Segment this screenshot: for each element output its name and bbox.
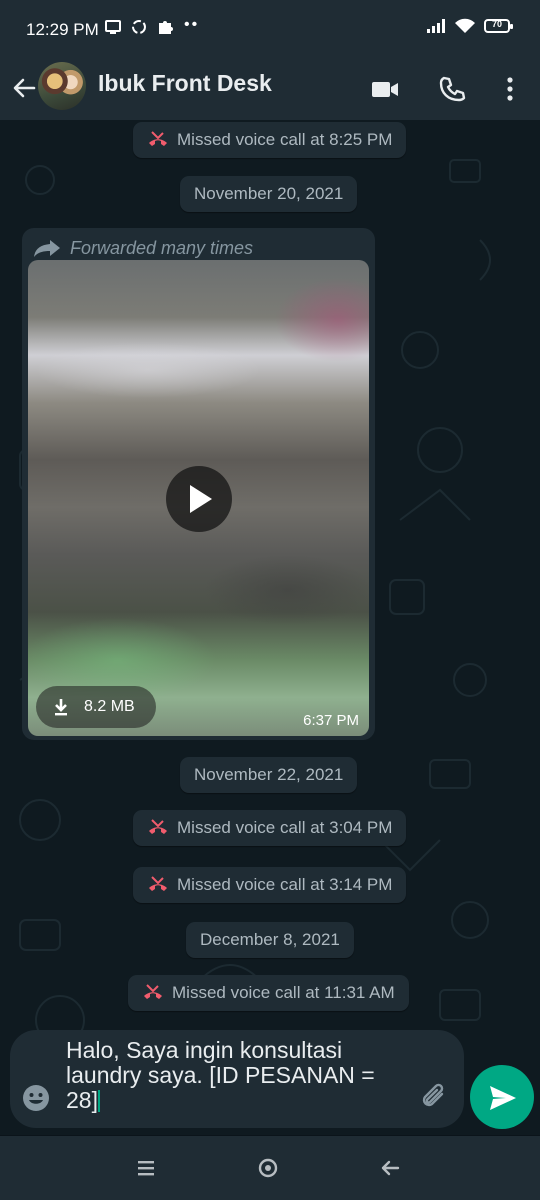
sync-icon bbox=[132, 20, 146, 34]
forwarded-video-message[interactable]: Forwarded many times 8.2 MB 6:37 PM bbox=[22, 228, 375, 740]
missed-call-icon bbox=[144, 984, 162, 999]
date-separator: December 8, 2021 bbox=[186, 922, 354, 958]
missed-call-icon bbox=[149, 819, 167, 834]
emoji-icon[interactable] bbox=[22, 1084, 50, 1112]
battery-icon: 70 bbox=[484, 19, 513, 33]
attach-icon[interactable] bbox=[420, 1082, 450, 1112]
date-separator: November 22, 2021 bbox=[180, 757, 358, 793]
status-bar: 12:29 PM •• 70 bbox=[0, 0, 540, 58]
chat-header: Ibuk Front Desk bbox=[0, 58, 540, 120]
chat-area[interactable]: Missed voice call at 8:25 PM November 20… bbox=[0, 120, 540, 1135]
signal-icon bbox=[427, 19, 445, 33]
system-nav-bar bbox=[0, 1136, 540, 1200]
more-vert-icon[interactable] bbox=[495, 74, 525, 104]
status-time: 12:29 PM bbox=[26, 20, 99, 39]
status-more-dots: •• bbox=[184, 16, 200, 33]
missed-call-notice: Missed voice call at 3:04 PM bbox=[133, 810, 407, 846]
message-composer: Halo, Saya ingin konsultasi laundry saya… bbox=[10, 1030, 464, 1128]
wifi-icon bbox=[455, 18, 475, 33]
missed-call-icon bbox=[149, 876, 167, 891]
send-icon bbox=[490, 1086, 516, 1110]
missed-call-notice: Missed voice call at 3:14 PM bbox=[133, 867, 407, 903]
message-time: 6:37 PM bbox=[303, 712, 359, 729]
forwarded-text: Forwarded many times bbox=[70, 237, 254, 258]
contact-name[interactable]: Ibuk Front Desk bbox=[98, 70, 272, 97]
phone-icon[interactable] bbox=[437, 74, 467, 104]
text-cursor bbox=[97, 1090, 100, 1112]
download-button[interactable]: 8.2 MB bbox=[36, 686, 156, 728]
message-input[interactable]: Halo, Saya ingin konsultasi laundry saya… bbox=[66, 1038, 406, 1113]
avatar[interactable] bbox=[38, 62, 86, 110]
battery-level: 70 bbox=[491, 19, 502, 29]
missed-call-text: Missed voice call at 3:14 PM bbox=[177, 875, 393, 894]
date-separator: November 20, 2021 bbox=[180, 176, 358, 212]
download-icon bbox=[55, 699, 67, 716]
status-system-icons: 70 bbox=[426, 18, 513, 34]
status-notification-icons bbox=[104, 18, 174, 36]
missed-call-notice: Missed voice call at 8:25 PM bbox=[133, 122, 407, 158]
menu-icon[interactable] bbox=[134, 1156, 158, 1180]
forwarded-icon bbox=[34, 240, 60, 257]
send-button[interactable] bbox=[470, 1065, 534, 1129]
play-icon bbox=[190, 485, 212, 513]
message-input-text: Halo, Saya ingin konsultasi laundry saya… bbox=[66, 1037, 375, 1113]
missed-call-text: Missed voice call at 11:31 AM bbox=[172, 983, 395, 1002]
missed-call-text: Missed voice call at 8:25 PM bbox=[177, 130, 393, 149]
video-call-icon[interactable] bbox=[370, 74, 400, 104]
video-size: 8.2 MB bbox=[84, 698, 135, 715]
missed-call-text: Missed voice call at 3:04 PM bbox=[177, 818, 393, 837]
play-button[interactable] bbox=[166, 466, 232, 532]
video-thumbnail[interactable]: 8.2 MB 6:37 PM bbox=[28, 260, 369, 736]
home-icon[interactable] bbox=[256, 1156, 280, 1180]
missed-call-notice: Missed voice call at 11:31 AM bbox=[128, 975, 409, 1011]
forwarded-label: Forwarded many times bbox=[32, 234, 253, 262]
puzzle-icon bbox=[159, 21, 173, 34]
screen-icon bbox=[105, 20, 121, 34]
back-nav-icon[interactable] bbox=[378, 1156, 402, 1180]
back-arrow-icon[interactable] bbox=[10, 74, 38, 102]
missed-call-icon bbox=[149, 131, 167, 146]
